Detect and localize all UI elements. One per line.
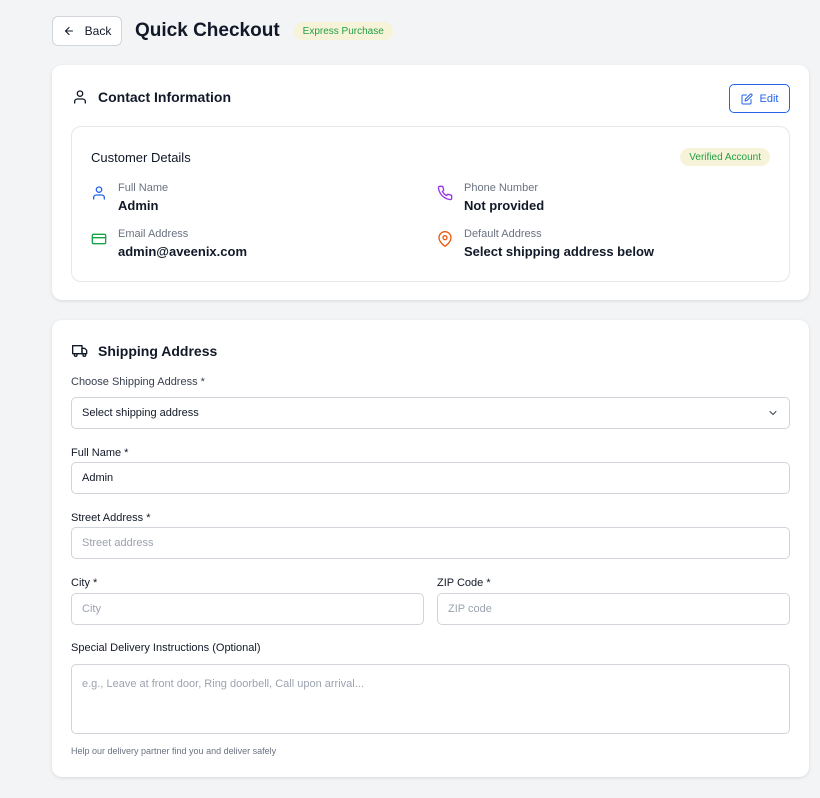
edit-icon: [741, 92, 753, 104]
user-icon: [93, 186, 105, 200]
delivery-instructions-textarea[interactable]: [71, 664, 790, 734]
verified-account-badge: Verified Account: [680, 148, 770, 166]
arrow-left-icon: [64, 26, 73, 36]
street-address-input[interactable]: [71, 527, 790, 559]
phone-icon: [437, 185, 453, 201]
delivery-help-text: Help our delivery partner find you and d…: [71, 746, 277, 756]
map-pin-icon: [438, 231, 452, 247]
back-button-label: Back: [84, 24, 112, 38]
full-name-field-label: Full Name *: [71, 447, 129, 459]
page-title: Quick Checkout: [135, 20, 280, 41]
delivery-instructions-label: Special Delivery Instructions (Optional): [71, 642, 261, 654]
detail-phone: Phone Number Not provided: [437, 181, 544, 214]
edit-contact-button[interactable]: Edit: [729, 84, 790, 113]
express-purchase-badge: Express Purchase: [293, 22, 393, 40]
default-address-value: Select shipping address below: [464, 244, 654, 259]
shipping-title: Shipping Address: [98, 343, 218, 359]
customer-details-title: Customer Details: [91, 150, 191, 165]
user-icon: [74, 90, 86, 104]
customer-details-box: Customer Details Verified Account Full N…: [71, 126, 790, 282]
shipping-address-select-value: Select shipping address: [82, 407, 199, 419]
full-name-input[interactable]: [71, 462, 790, 494]
detail-default-address: Default Address Select shipping address …: [437, 227, 654, 260]
full-name-label: Full Name: [118, 182, 169, 194]
credit-card-icon: [91, 233, 107, 245]
city-input[interactable]: [71, 593, 424, 625]
shipping-address-card: Shipping Address Choose Shipping Address…: [52, 320, 809, 777]
detail-full-name: Full Name Admin: [91, 181, 168, 214]
detail-email: Email Address admin@aveenix.com: [91, 227, 247, 260]
phone-label: Phone Number: [464, 182, 538, 194]
default-address-label: Default Address: [464, 228, 542, 240]
phone-value: Not provided: [464, 198, 545, 213]
street-address-label: Street Address *: [71, 512, 151, 524]
page-header: Back Quick Checkout Express Purchase: [52, 16, 393, 46]
shipping-title-row: Shipping Address: [72, 343, 217, 359]
contact-title: Contact Information: [98, 89, 231, 105]
shipping-address-select[interactable]: Select shipping address: [71, 397, 790, 429]
full-name-value: Admin: [118, 198, 159, 213]
contact-information-card: Contact Information Edit Customer Detail…: [52, 65, 809, 300]
email-value: admin@aveenix.com: [118, 244, 248, 259]
zip-code-input[interactable]: [437, 593, 790, 625]
back-button[interactable]: Back: [52, 16, 122, 46]
zip-code-label: ZIP Code *: [437, 577, 491, 589]
city-label: City *: [71, 577, 98, 589]
contact-title-row: Contact Information: [72, 89, 231, 105]
edit-button-label: Edit: [759, 92, 779, 105]
choose-address-label: Choose Shipping Address *: [71, 376, 205, 388]
chevron-down-icon: [769, 411, 777, 415]
email-label: Email Address: [118, 228, 189, 240]
truck-icon: [72, 345, 88, 357]
